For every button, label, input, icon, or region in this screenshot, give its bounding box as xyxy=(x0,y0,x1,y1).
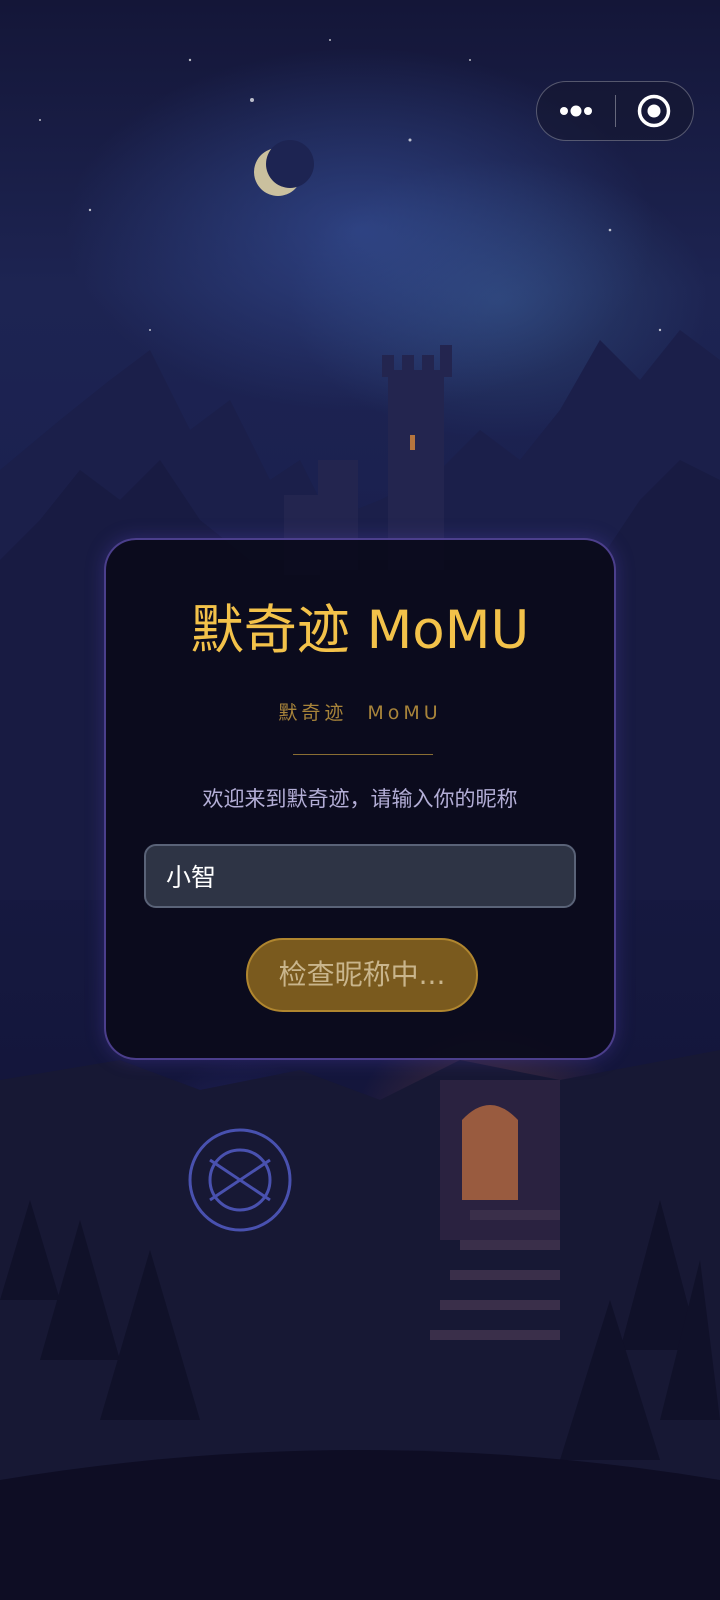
nickname-input[interactable] xyxy=(144,844,576,908)
target-circle-icon xyxy=(637,94,671,127)
moon-icon xyxy=(254,140,314,196)
app-title: 默奇迹 MoMU xyxy=(190,600,530,661)
login-screen: 默奇迹 MoMU 默奇迹 MoMU 欢迎来到默奇迹，请输入你的昵称 检查昵称中.… xyxy=(0,0,720,1600)
more-button[interactable] xyxy=(537,82,615,139)
app-subtitle: 默奇迹 MoMU xyxy=(278,702,442,724)
close-button[interactable] xyxy=(616,82,692,139)
more-dots-icon xyxy=(560,105,592,116)
check-nickname-button[interactable]: 检查昵称中... xyxy=(246,938,478,1012)
welcome-prompt: 欢迎来到默奇迹，请输入你的昵称 xyxy=(202,787,518,811)
nickname-card: 默奇迹 MoMU 默奇迹 MoMU 欢迎来到默奇迹，请输入你的昵称 检查昵称中.… xyxy=(104,538,616,1060)
capsule-menu xyxy=(536,81,694,141)
title-divider xyxy=(293,754,433,755)
